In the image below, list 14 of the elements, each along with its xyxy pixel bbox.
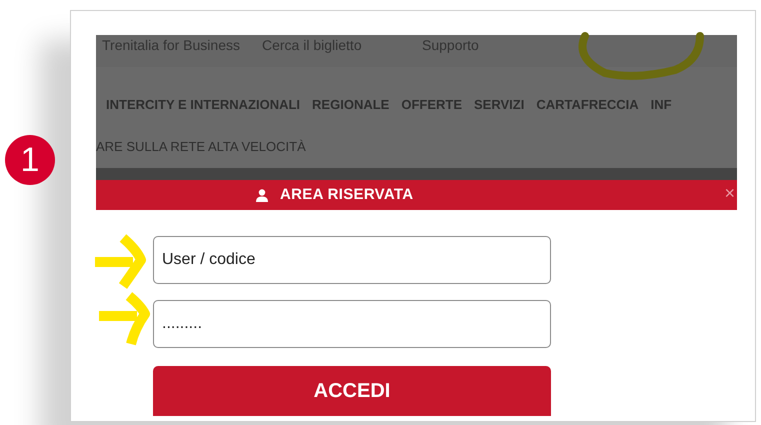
- menu-item[interactable]: OFFERTE: [401, 95, 462, 114]
- menu-item[interactable]: CARTAFRECCIA: [536, 95, 639, 114]
- menu-item[interactable]: SERVIZI: [474, 95, 524, 114]
- dialog-title: AREA RISERVATA: [280, 184, 414, 205]
- input-field[interactable]: User / codice: [153, 236, 551, 284]
- login-button[interactable]: ACCEDI: [153, 366, 551, 416]
- close-button[interactable]: ×: [724, 183, 735, 203]
- menu-item[interactable]: REGIONALE: [312, 95, 390, 114]
- banner-text: ARE SULLA RETE ALTA VELOCITÀ: [96, 138, 307, 156]
- menu-item[interactable]: INF: [650, 95, 672, 114]
- user-icon: [256, 188, 268, 202]
- step-badge: 1: [5, 135, 55, 185]
- input-field[interactable]: .........: [153, 300, 551, 348]
- menu-item[interactable]: INTERCITY E INTERNAZIONALI: [106, 95, 300, 114]
